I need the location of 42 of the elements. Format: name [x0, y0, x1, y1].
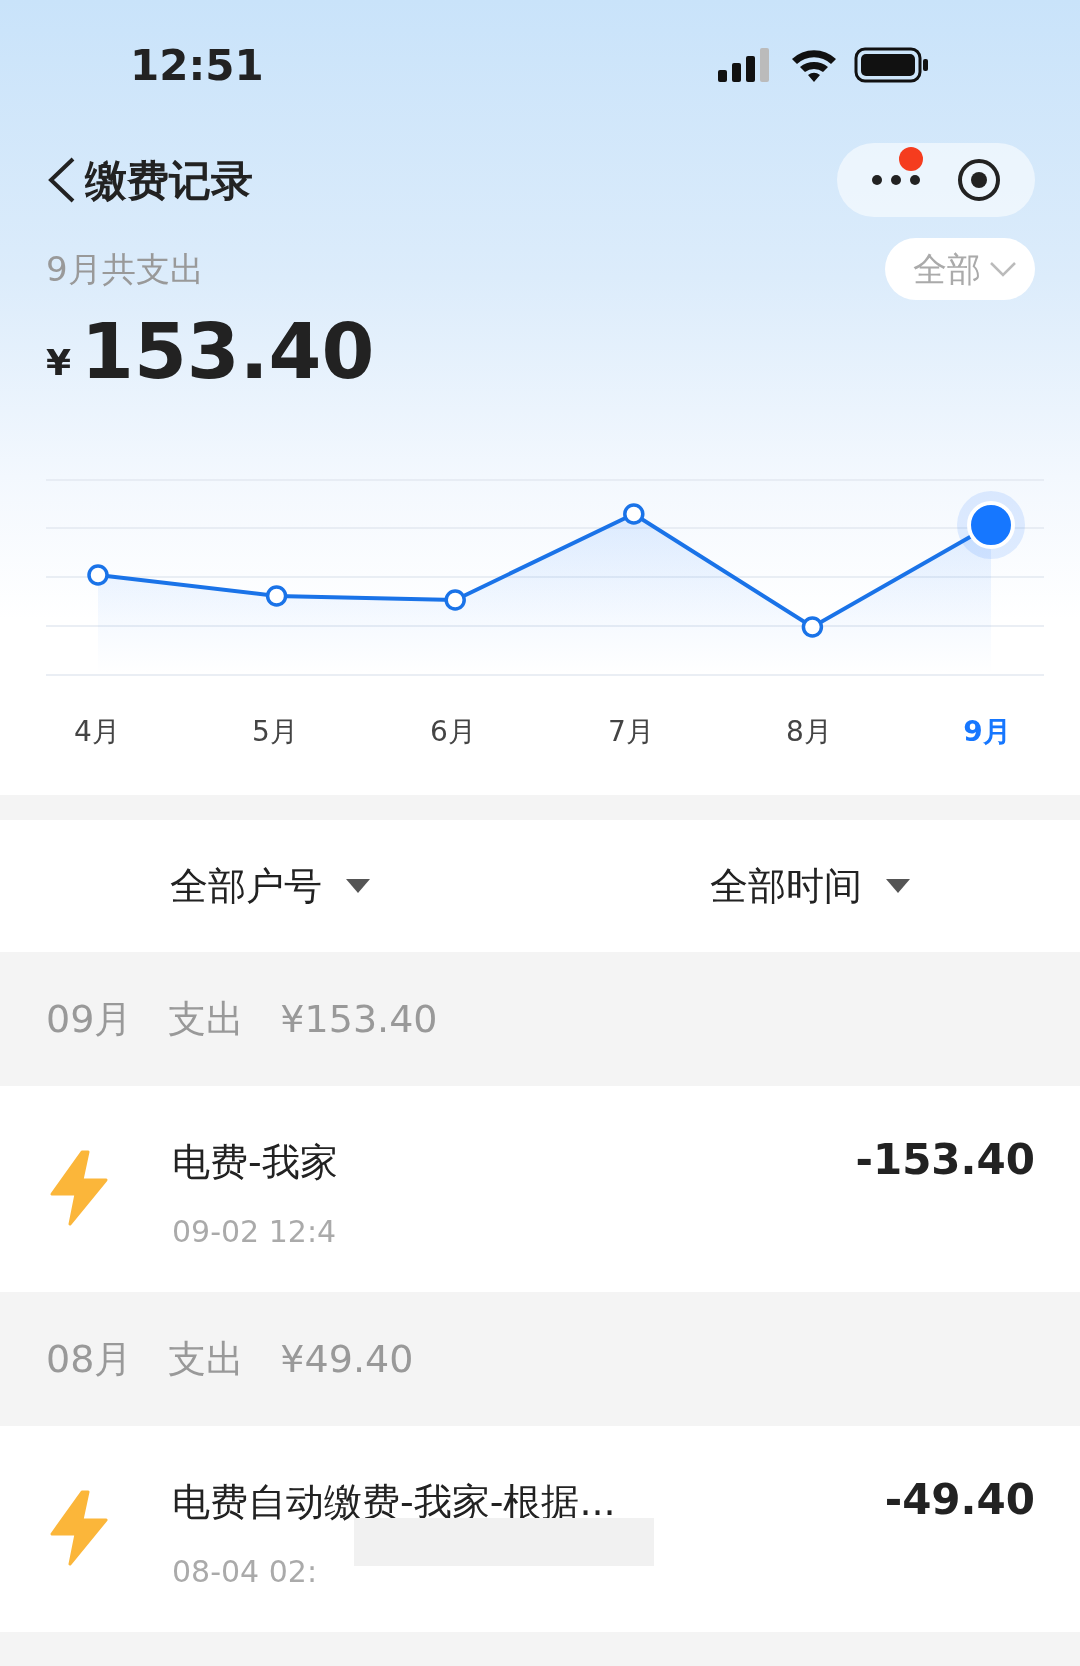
- status-time: 12:51: [130, 39, 264, 92]
- payment-row[interactable]: 电费自动缴费-我家-根据... 08-04 02: -49.40: [0, 1426, 1080, 1632]
- month-label[interactable]: 9月: [898, 711, 1076, 753]
- data-point[interactable]: [87, 564, 109, 586]
- month-label[interactable]: 5月: [186, 711, 364, 753]
- caret-icon: [886, 879, 910, 893]
- lightning-icon: [48, 1150, 110, 1226]
- more-icon[interactable]: [870, 174, 921, 186]
- currency-symbol: ¥: [46, 341, 72, 385]
- payment-time: 08-04 02:: [172, 1553, 318, 1591]
- page-title: 缴费记录: [85, 154, 253, 207]
- group-month: 09月: [46, 995, 133, 1043]
- group-total: ¥153.40: [280, 995, 438, 1043]
- data-point[interactable]: [444, 589, 466, 611]
- payment-title: 电费自动缴费-我家-根据...: [172, 1479, 617, 1526]
- group-month: 08月: [46, 1335, 133, 1383]
- payment-amount: -49.40: [884, 1474, 1035, 1526]
- battery-icon: [854, 47, 930, 83]
- payment-amount: -153.40: [855, 1134, 1035, 1186]
- lightning-icon: [48, 1490, 110, 1566]
- month-label[interactable]: 4月: [8, 711, 186, 753]
- total-amount: 153.40: [81, 314, 375, 390]
- filter-dropdown[interactable]: 全部时间: [704, 856, 916, 916]
- payment-row[interactable]: 电费-我家 09-02 12:4 -153.40: [0, 1086, 1080, 1292]
- group-label: 支出: [168, 995, 245, 1043]
- selected-point[interactable]: [957, 491, 1025, 559]
- chevron-icon: [989, 261, 1017, 277]
- data-point[interactable]: [623, 503, 645, 525]
- month-label[interactable]: 7月: [542, 711, 720, 753]
- summary-label: 9月共支出: [46, 247, 204, 291]
- wifi-icon: [790, 47, 838, 83]
- data-point[interactable]: [801, 616, 824, 638]
- data-point[interactable]: [265, 585, 288, 607]
- close-icon[interactable]: [955, 157, 1002, 203]
- filter-dropdown[interactable]: 全部户号: [164, 856, 376, 916]
- payment-title: 电费-我家: [172, 1139, 339, 1186]
- month-label[interactable]: 8月: [720, 711, 898, 753]
- caret-icon: [346, 879, 370, 893]
- group-total: ¥49.40: [280, 1335, 414, 1383]
- payment-time: 09-02 12:4: [172, 1213, 338, 1251]
- month-label[interactable]: 6月: [364, 711, 542, 753]
- group-label: 支出: [168, 1335, 245, 1383]
